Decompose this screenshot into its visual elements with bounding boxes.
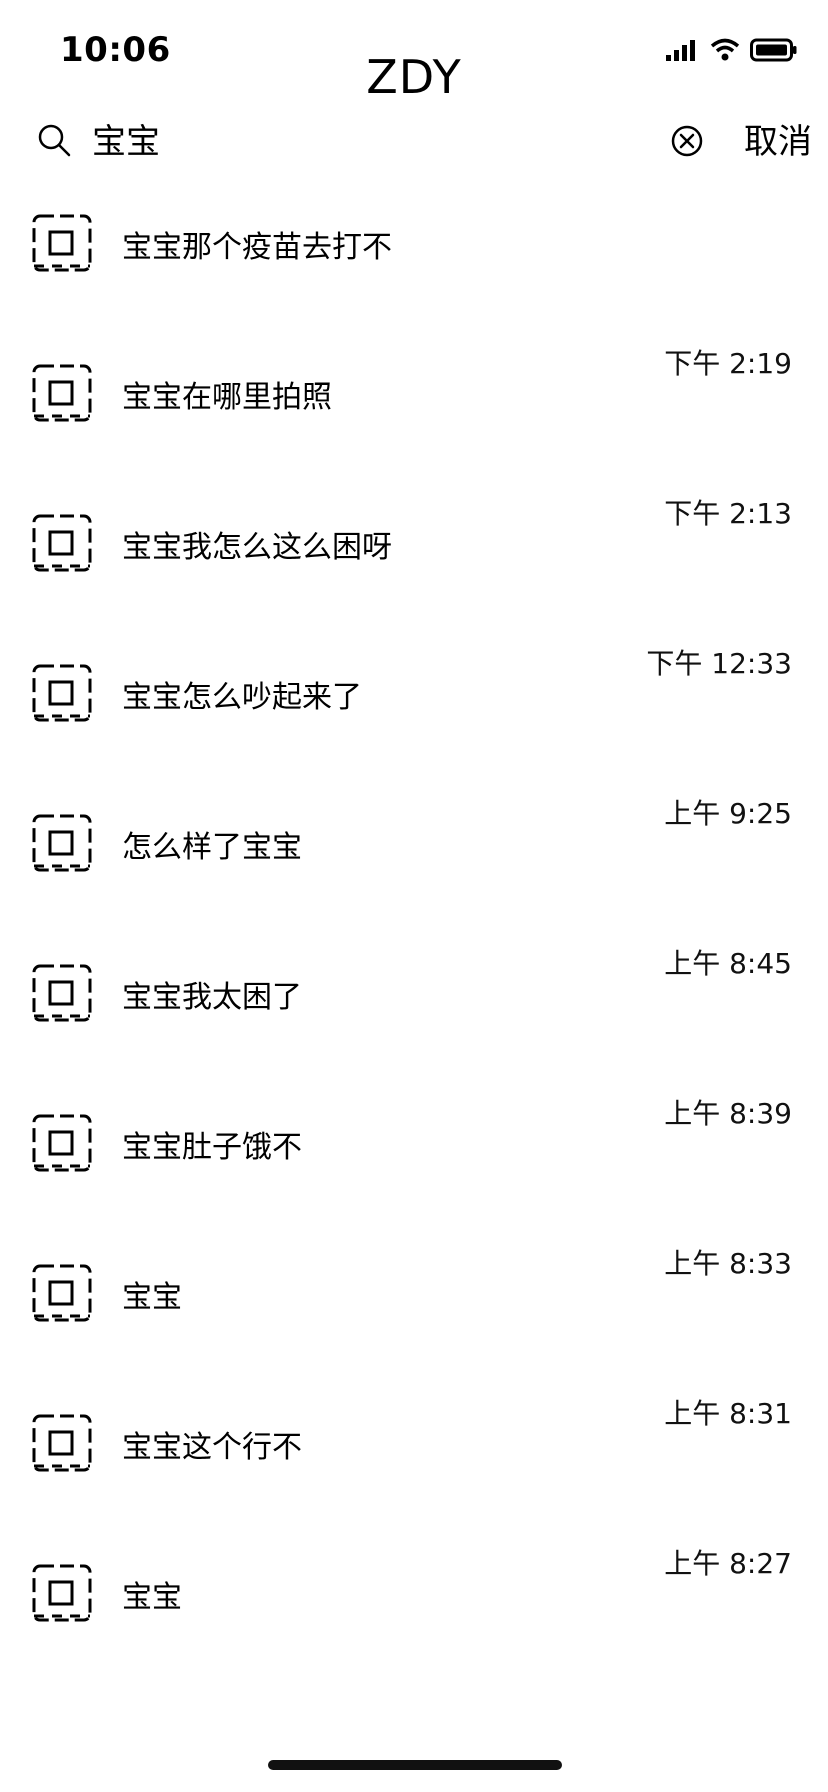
list-item[interactable]: 宝宝那个疫苗去打不: [0, 200, 828, 350]
list-item[interactable]: 宝宝在哪里拍照 下午 2:19: [0, 347, 828, 500]
page-title: ZDY: [366, 50, 462, 104]
avatar: [30, 360, 96, 426]
home-indicator[interactable]: [268, 1760, 562, 1770]
search-results-list: 宝宝那个疫苗去打不 宝宝在哪里拍照 下午 2:19 宝宝我怎么这么困呀 下午 2…: [0, 200, 828, 1700]
message-time: 下午 2:13: [664, 497, 792, 530]
message-time: 上午 8:33: [664, 1247, 792, 1280]
list-item[interactable]: 宝宝我怎么这么困呀 下午 2:13: [0, 497, 828, 650]
list-item[interactable]: 怎么样了宝宝 上午 9:25: [0, 797, 828, 950]
search-bar: 取消: [0, 112, 828, 172]
avatar: [30, 810, 96, 876]
avatar: [30, 1110, 96, 1176]
clear-search-icon[interactable]: [670, 124, 704, 162]
message-text: 怎么样了宝宝: [122, 830, 302, 865]
message-time: 上午 8:39: [664, 1097, 792, 1130]
list-item[interactable]: 宝宝肚子饿不 上午 8:39: [0, 1097, 828, 1250]
message-time: 上午 9:25: [664, 797, 792, 830]
message-text: 宝宝那个疫苗去打不: [122, 230, 392, 265]
list-item[interactable]: 宝宝怎么吵起来了 下午 12:33: [0, 647, 828, 800]
message-text: 宝宝我太困了: [122, 980, 302, 1015]
list-item[interactable]: 宝宝 上午 8:33: [0, 1247, 828, 1400]
message-time: 下午 2:19: [664, 347, 792, 380]
avatar: [30, 1560, 96, 1626]
message-text: 宝宝这个行不: [122, 1430, 302, 1465]
message-text: 宝宝怎么吵起来了: [122, 680, 362, 715]
list-item[interactable]: 宝宝我太困了 上午 8:45: [0, 947, 828, 1100]
avatar: [30, 510, 96, 576]
message-time: 上午 8:27: [664, 1547, 792, 1580]
message-text: 宝宝: [122, 1580, 182, 1615]
avatar: [30, 1260, 96, 1326]
search-icon: [36, 122, 72, 162]
avatar: [30, 660, 96, 726]
search-input[interactable]: [92, 117, 652, 167]
message-time: 下午 12:33: [646, 647, 792, 680]
list-item[interactable]: 宝宝这个行不 上午 8:31: [0, 1397, 828, 1550]
message-text: 宝宝我怎么这么困呀: [122, 530, 392, 565]
message-time: 上午 8:45: [664, 947, 792, 980]
message-text: 宝宝肚子饿不: [122, 1130, 302, 1165]
avatar: [30, 960, 96, 1026]
cancel-button[interactable]: 取消: [744, 118, 812, 166]
message-time: 上午 8:31: [664, 1397, 792, 1430]
message-text: 宝宝: [122, 1280, 182, 1315]
list-item[interactable]: 宝宝 上午 8:27: [0, 1547, 828, 1700]
avatar: [30, 1410, 96, 1476]
avatar: [30, 210, 96, 276]
message-text: 宝宝在哪里拍照: [122, 380, 332, 415]
